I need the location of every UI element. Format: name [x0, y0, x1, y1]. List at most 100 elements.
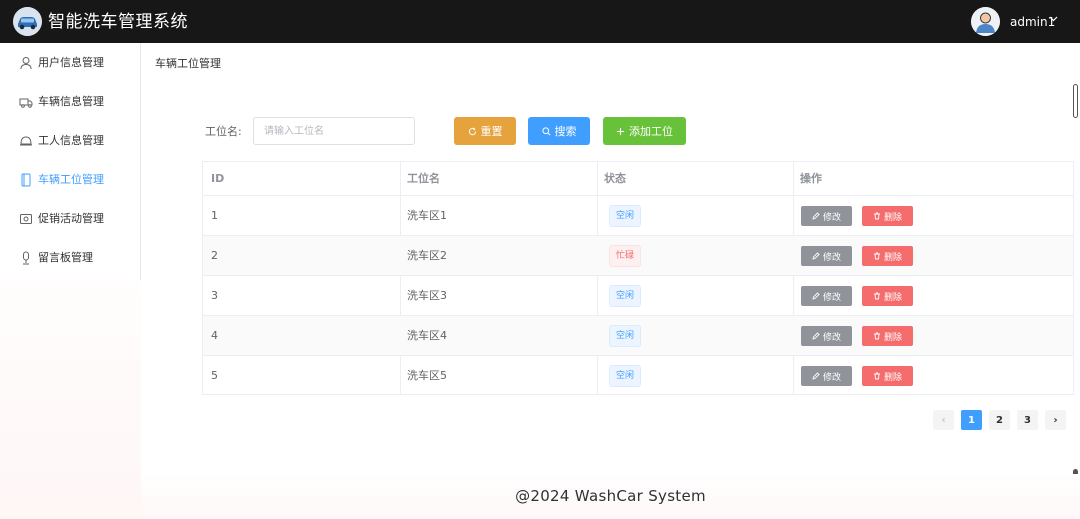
footer-copyright: @2024 WashCar System [515, 487, 706, 505]
cell-name: 洗车区2 [407, 249, 447, 262]
edit-button[interactable]: 修改 [801, 246, 852, 266]
delete-button-label: 删除 [883, 252, 902, 263]
sidebar-background [0, 280, 141, 519]
plus-icon [616, 127, 625, 135]
user-avatar-icon[interactable] [971, 7, 1000, 36]
cell-id: 5 [211, 369, 218, 382]
sidebar-item-user-management[interactable]: 用户信息管理 [0, 43, 140, 82]
cell-id: 3 [211, 289, 218, 302]
search-button[interactable]: 搜索 [528, 117, 590, 145]
cell-id: 4 [211, 329, 218, 342]
delete-button[interactable]: 删除 [862, 206, 913, 226]
refresh-icon [468, 127, 476, 135]
edit-button[interactable]: 修改 [801, 366, 852, 386]
add-station-button-label: 添加工位 [629, 125, 673, 138]
column-header-status: 状态 [604, 172, 626, 185]
sidebar-item-message-board[interactable]: 留言板管理 [0, 238, 140, 277]
station-name-input[interactable] [253, 117, 415, 145]
delete-button[interactable]: 删除 [862, 246, 913, 266]
sidebar-item-label: 留言板管理 [38, 251, 93, 264]
trash-icon [873, 292, 880, 300]
footer: @2024 WashCar System [141, 474, 1080, 519]
table-row: 2 洗车区2 忙碌 修改 删除 [203, 235, 1073, 275]
table-row: 3 洗车区3 空闲 修改 删除 [203, 275, 1073, 315]
edit-icon [812, 212, 820, 220]
sidebar-item-label: 用户信息管理 [38, 56, 104, 69]
sidebar-item-vehicle-management[interactable]: 车辆信息管理 [0, 82, 140, 121]
sidebar-item-label: 促销活动管理 [38, 212, 104, 225]
delete-button-label: 删除 [883, 372, 902, 383]
cell-id: 1 [211, 209, 218, 222]
sidebar-item-label: 工人信息管理 [38, 134, 104, 147]
edit-button[interactable]: 修改 [801, 286, 852, 306]
bell-icon [20, 136, 32, 146]
delete-button[interactable]: 删除 [862, 286, 913, 306]
column-header-id: ID [211, 172, 225, 185]
discount-icon [20, 214, 32, 224]
sidebar-item-station-management[interactable]: 车辆工位管理 [0, 160, 140, 199]
search-button-label: 搜索 [554, 125, 577, 138]
sidebar-item-label: 车辆信息管理 [38, 95, 104, 108]
edit-button-label: 修改 [822, 292, 841, 303]
status-badge: 空闲 [609, 325, 641, 347]
edit-button-label: 修改 [822, 372, 841, 383]
status-badge: 空闲 [609, 205, 641, 227]
cell-name: 洗车区1 [407, 209, 447, 222]
table-row: 5 洗车区5 空闲 修改 删除 [203, 355, 1073, 395]
app-title: 智能洗车管理系统 [48, 12, 188, 32]
truck-icon [19, 98, 33, 108]
pagination-next-button[interactable]: › [1045, 410, 1066, 430]
column-header-actions: 操作 [800, 172, 822, 185]
edit-icon [812, 332, 820, 340]
edit-button-label: 修改 [822, 332, 841, 343]
sidebar: 用户信息管理 车辆信息管理 工人信息管理 车辆工位管理 促销活动管理 留言板管理 [0, 43, 141, 280]
trash-icon [873, 332, 880, 340]
edit-button[interactable]: 修改 [801, 206, 852, 226]
document-icon [21, 173, 31, 187]
column-header-name: 工位名 [407, 172, 440, 185]
delete-button-label: 删除 [883, 292, 902, 303]
status-badge: 空闲 [609, 285, 641, 307]
sidebar-item-label: 车辆工位管理 [38, 173, 104, 186]
sidebar-item-worker-management[interactable]: 工人信息管理 [0, 121, 140, 160]
microphone-icon [23, 251, 29, 265]
table-row: 1 洗车区1 空闲 修改 删除 [203, 195, 1073, 235]
edit-icon [812, 292, 820, 300]
delete-button-label: 删除 [883, 332, 902, 343]
pagination-page-3[interactable]: 3 [1017, 410, 1038, 430]
trash-icon [873, 252, 880, 260]
status-badge: 忙碌 [609, 245, 641, 267]
station-name-label: 工位名: [205, 125, 242, 138]
table-row: 4 洗车区4 空闲 修改 删除 [203, 315, 1073, 355]
edit-icon [812, 372, 820, 380]
scrollbar-top[interactable] [1073, 84, 1078, 118]
user-icon [20, 57, 32, 70]
cell-name: 洗车区5 [407, 369, 447, 382]
delete-button[interactable]: 删除 [862, 326, 913, 346]
edit-button-label: 修改 [822, 252, 841, 263]
pagination-page-2[interactable]: 2 [989, 410, 1010, 430]
sidebar-item-promotion-management[interactable]: 促销活动管理 [0, 199, 140, 238]
reset-button-label: 重置 [480, 125, 503, 138]
car-icon [13, 7, 42, 36]
edit-icon [812, 252, 820, 260]
reset-button[interactable]: 重置 [454, 117, 516, 145]
add-station-button[interactable]: 添加工位 [603, 117, 686, 145]
breadcrumb: 车辆工位管理 [155, 57, 221, 70]
station-table: ID 工位名 状态 操作 1 洗车区1 空闲 修改 删除 2 洗车区2 忙碌 修… [202, 161, 1074, 395]
cell-id: 2 [211, 249, 218, 262]
pagination-page-1[interactable]: 1 [961, 410, 982, 430]
edit-button-label: 修改 [822, 212, 841, 223]
pagination-prev-button[interactable]: ‹ [933, 410, 954, 430]
top-header: 智能洗车管理系统 admin1 [0, 0, 1080, 43]
chevron-down-icon[interactable] [1049, 16, 1058, 22]
delete-button-label: 删除 [883, 212, 902, 223]
delete-button[interactable]: 删除 [862, 366, 913, 386]
trash-icon [873, 372, 880, 380]
status-badge: 空闲 [609, 365, 641, 387]
cell-name: 洗车区4 [407, 329, 447, 342]
trash-icon [873, 212, 880, 220]
search-icon [541, 126, 550, 135]
cell-name: 洗车区3 [407, 289, 447, 302]
edit-button[interactable]: 修改 [801, 326, 852, 346]
